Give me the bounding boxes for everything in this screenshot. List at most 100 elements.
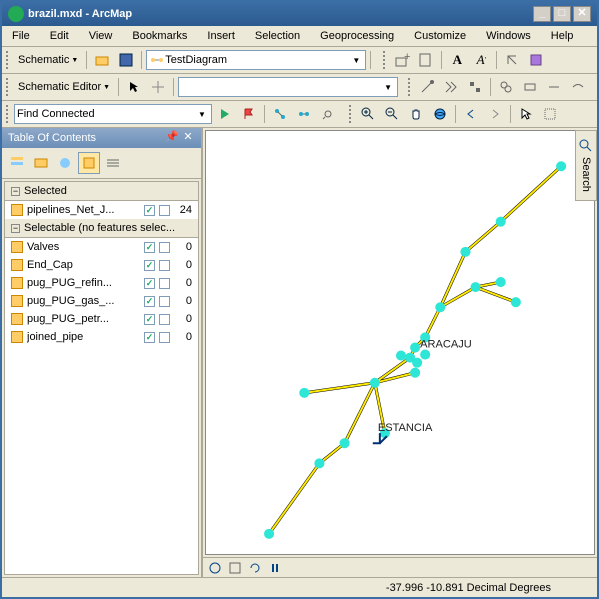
maximize-button[interactable]: □ (553, 6, 571, 22)
tool-icon[interactable] (440, 76, 462, 98)
menu-view[interactable]: View (85, 28, 117, 44)
zoom-out-icon[interactable] (381, 103, 403, 125)
collapse-icon[interactable]: − (11, 187, 20, 196)
move-icon[interactable] (147, 76, 169, 98)
tool-icon[interactable] (464, 76, 486, 98)
find-input[interactable] (17, 106, 195, 122)
open-icon[interactable] (91, 49, 113, 71)
menu-edit[interactable]: Edit (46, 28, 73, 44)
editor-input[interactable] (181, 79, 381, 95)
toolbar-grip[interactable] (6, 78, 10, 96)
visible-checkbox[interactable] (159, 278, 170, 289)
layout-view-icon[interactable] (227, 560, 243, 576)
toolbar-grip[interactable] (6, 105, 10, 123)
pan-icon[interactable] (405, 103, 427, 125)
map-canvas[interactable]: ARACAJU ESTANCIA (205, 130, 595, 555)
bold-icon[interactable]: A (446, 49, 468, 71)
zoom-in-icon[interactable] (357, 103, 379, 125)
toc-row[interactable]: pug_PUG_petr... ✓ 0 (5, 310, 198, 328)
toc-row[interactable]: End_Cap ✓ 0 (5, 256, 198, 274)
tool-icon[interactable] (495, 76, 517, 98)
visible-checkbox[interactable] (159, 242, 170, 253)
toc-row[interactable]: joined_pipe ✓ 0 (5, 328, 198, 346)
next-extent-icon[interactable] (484, 103, 506, 125)
pointer-icon[interactable] (123, 76, 145, 98)
editor-combo[interactable]: ▼ (178, 77, 398, 97)
tool-icon[interactable] (269, 103, 291, 125)
tool-icon[interactable] (317, 103, 339, 125)
selectable-checkbox[interactable]: ✓ (144, 205, 155, 216)
toc-row[interactable]: pug_PUG_gas_... ✓ 0 (5, 292, 198, 310)
list-by-source-icon[interactable] (30, 152, 52, 174)
pin-icon[interactable]: 📌 (165, 131, 179, 145)
decrease-icon[interactable] (501, 49, 523, 71)
toc-close-icon[interactable]: ✕ (181, 131, 195, 145)
tool-icon[interactable] (539, 103, 561, 125)
menu-help[interactable]: Help (547, 28, 578, 44)
tool-icon[interactable] (519, 76, 541, 98)
toc-section-selectable[interactable]: − Selectable (no features selec... (5, 219, 198, 238)
list-by-visibility-icon[interactable] (54, 152, 76, 174)
visible-checkbox[interactable] (159, 314, 170, 325)
refresh-icon[interactable] (247, 560, 263, 576)
schematic-editor-dropdown[interactable]: Schematic Editor▼ (14, 79, 114, 95)
toolbar-grip[interactable] (349, 105, 353, 123)
increase-icon[interactable] (525, 49, 547, 71)
toc-row[interactable]: pipelines_Net_J... ✓ 24 (5, 201, 198, 219)
menu-bookmarks[interactable]: Bookmarks (128, 28, 191, 44)
list-by-selection-icon[interactable] (78, 152, 100, 174)
close-button[interactable]: ✕ (573, 6, 591, 22)
menu-windows[interactable]: Windows (482, 28, 535, 44)
visible-checkbox[interactable] (159, 296, 170, 307)
menu-file[interactable]: File (8, 28, 34, 44)
visible-checkbox[interactable] (159, 332, 170, 343)
flag-icon[interactable] (238, 103, 260, 125)
run-icon[interactable] (214, 103, 236, 125)
selectable-checkbox[interactable]: ✓ (144, 314, 155, 325)
layer-label: joined_pipe (27, 331, 140, 343)
selectable-checkbox[interactable]: ✓ (144, 242, 155, 253)
menu-selection[interactable]: Selection (251, 28, 304, 44)
visible-checkbox[interactable] (159, 205, 170, 216)
diagram-combo[interactable]: ▼ (146, 50, 366, 70)
selectable-checkbox[interactable]: ✓ (144, 260, 155, 271)
map-label-aracaju: ARACAJU (420, 339, 472, 351)
options-icon[interactable] (102, 152, 124, 174)
diagram-input[interactable] (165, 52, 349, 68)
tool-icon[interactable] (543, 76, 565, 98)
menu-customize[interactable]: Customize (410, 28, 470, 44)
pause-icon[interactable] (267, 560, 283, 576)
collapse-icon[interactable]: − (11, 224, 20, 233)
selectable-checkbox[interactable]: ✓ (144, 278, 155, 289)
toolbar-grip[interactable] (383, 51, 387, 69)
data-view-icon[interactable] (207, 560, 223, 576)
find-combo[interactable]: ▼ (14, 104, 212, 124)
search-tab[interactable]: Search (575, 130, 597, 201)
layout-icon[interactable] (415, 49, 437, 71)
selectable-checkbox[interactable]: ✓ (144, 296, 155, 307)
toc-row[interactable]: pug_PUG_refin... ✓ 0 (5, 274, 198, 292)
editor-combo-arrow[interactable]: ▼ (381, 83, 395, 92)
toc-section-selected[interactable]: − Selected (5, 182, 198, 201)
toolbar-grip[interactable] (6, 51, 10, 69)
menu-insert[interactable]: Insert (203, 28, 239, 44)
tool-icon[interactable] (567, 76, 589, 98)
toolbar-grip[interactable] (408, 78, 412, 96)
selectable-checkbox[interactable]: ✓ (144, 332, 155, 343)
full-extent-icon[interactable] (429, 103, 451, 125)
diagram-combo-arrow[interactable]: ▼ (349, 56, 363, 65)
minimize-button[interactable]: _ (533, 6, 551, 22)
prev-extent-icon[interactable] (460, 103, 482, 125)
save-icon[interactable] (115, 49, 137, 71)
add-data-icon[interactable]: + (391, 49, 413, 71)
tool-icon[interactable] (293, 103, 315, 125)
schematic-dropdown[interactable]: Schematic▼ (14, 52, 82, 68)
visible-checkbox[interactable] (159, 260, 170, 271)
italic-icon[interactable]: A′ (470, 49, 492, 71)
toc-row[interactable]: Valves ✓ 0 (5, 238, 198, 256)
menu-geoprocessing[interactable]: Geoprocessing (316, 28, 398, 44)
list-by-drawing-icon[interactable] (6, 152, 28, 174)
select-icon[interactable] (515, 103, 537, 125)
tool-icon[interactable] (416, 76, 438, 98)
find-combo-arrow[interactable]: ▼ (195, 110, 209, 119)
